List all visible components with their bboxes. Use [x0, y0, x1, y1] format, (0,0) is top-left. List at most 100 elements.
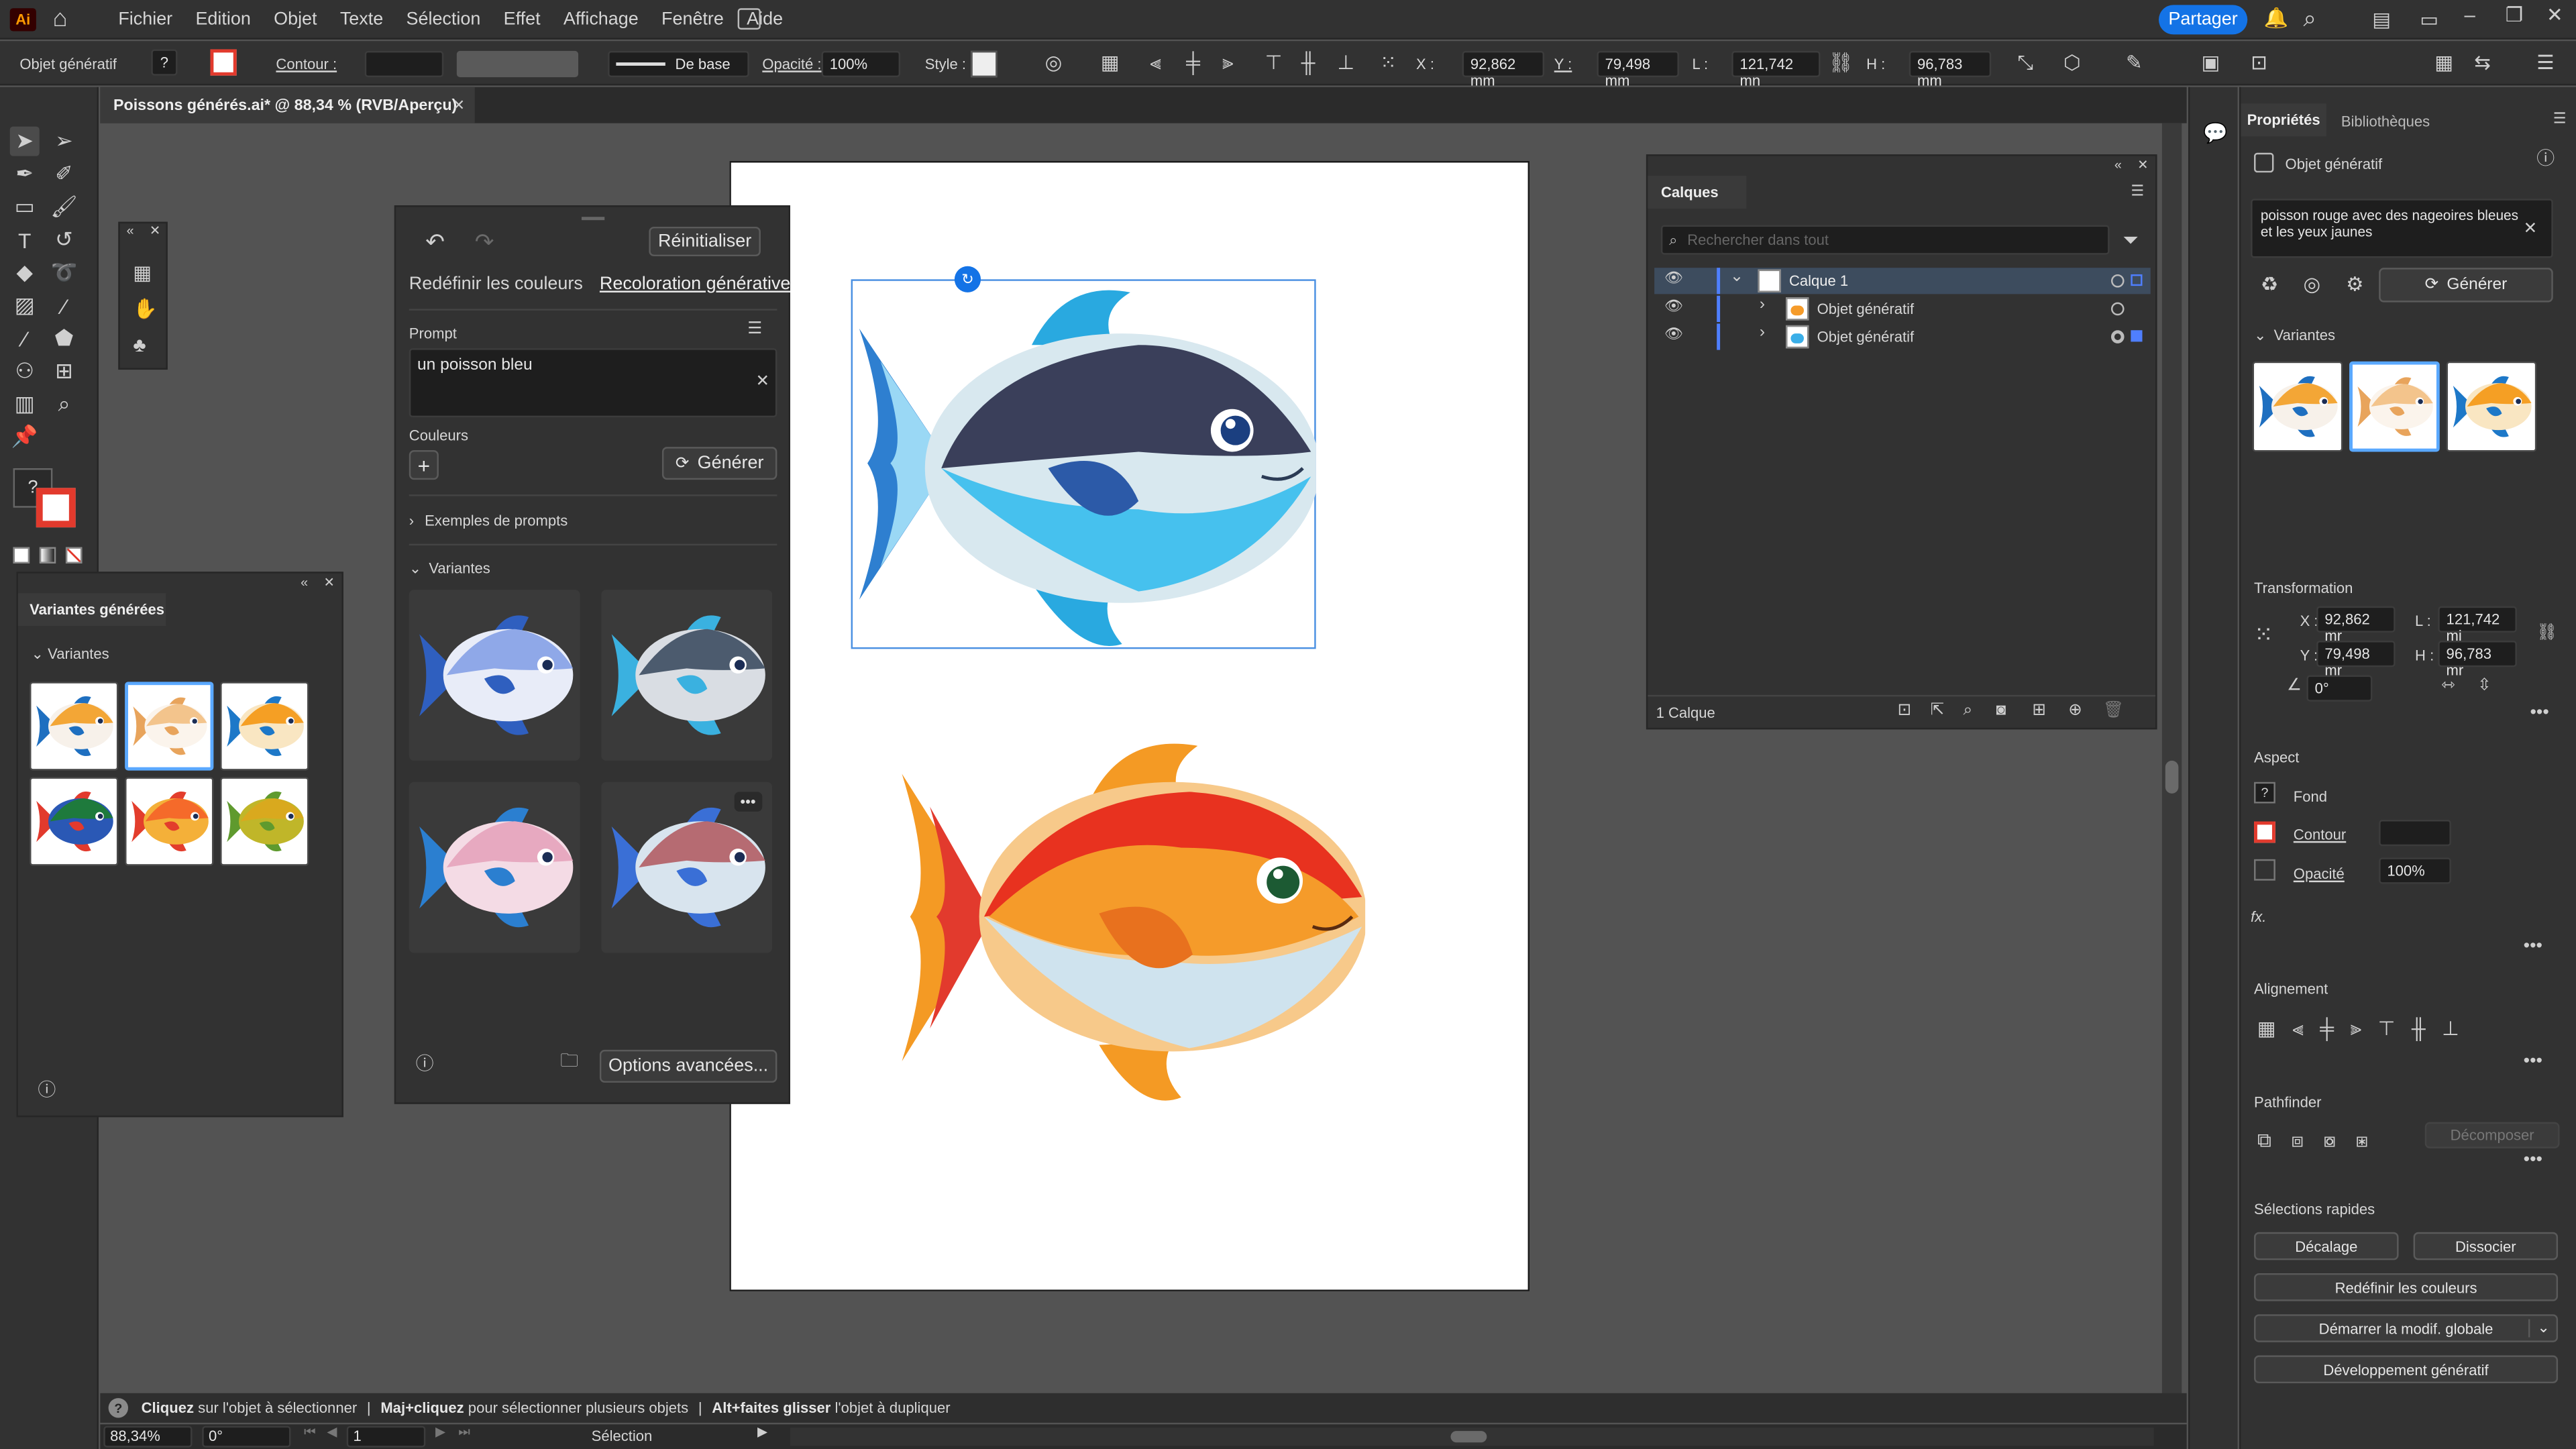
collapse-icon[interactable]: « [2114, 158, 2122, 173]
tab-generative-recolor[interactable]: Recoloration générative [600, 274, 791, 294]
rotate-tool-icon[interactable]: ↺ [49, 225, 78, 255]
variant-thumbnail[interactable] [409, 590, 580, 761]
style-swatch[interactable] [971, 50, 998, 78]
workspace-icon[interactable] [737, 8, 761, 30]
opacity-field[interactable]: 100% [821, 50, 901, 78]
recolor-icon[interactable]: ♻ [2261, 274, 2278, 294]
y-field[interactable]: 79,498 mm [1597, 50, 1679, 89]
fill-swatch[interactable]: ? [2254, 782, 2275, 804]
clipping-mask-icon[interactable]: ◙ [1996, 702, 2006, 719]
variant-thumbnail[interactable] [2252, 361, 2343, 452]
horizontal-scrollbar[interactable] [790, 1428, 2154, 1446]
panels-icon[interactable]: ▭ [2420, 10, 2438, 30]
document-tab[interactable]: Poissons générés.ai* @ 88,34 % (RVB/Aper… [100, 87, 475, 123]
blend-tool-icon[interactable]: ∕ [10, 323, 40, 353]
locate-object-icon[interactable]: ⌕ [1964, 702, 1973, 719]
align-bottom-icon[interactable]: ⊥ [1337, 52, 1354, 72]
align-right-icon[interactable]: ⫸ [2351, 1017, 2362, 1042]
eye-icon[interactable]: 👁 [1664, 326, 1683, 341]
arrange-icon[interactable]: ▤ [2372, 10, 2391, 30]
more-options-icon[interactable]: ••• [2530, 704, 2548, 723]
help-icon[interactable]: ? [108, 1398, 129, 1418]
variable-width-field[interactable] [456, 50, 579, 78]
offset-button[interactable]: Décalage [2254, 1232, 2399, 1260]
artboard-tool-icon[interactable]: ⊞ [49, 356, 78, 386]
recolor-variants-header[interactable]: ⌄ Variantes [409, 560, 490, 578]
stroke-weight-field[interactable] [364, 50, 444, 78]
global-edit-button[interactable]: Démarrer la modif. globale ⌄ [2254, 1314, 2559, 1342]
rectangle-tool-icon[interactable]: ▭ [10, 193, 40, 222]
minimize-icon[interactable]: – [2464, 5, 2475, 24]
x-field[interactable]: 92,862 mr [2316, 606, 2396, 644]
orange-fish-illustration[interactable] [894, 733, 1366, 1106]
direct-selection-icon[interactable]: ➢ [49, 127, 78, 156]
properties-variants-header[interactable]: ⌄ Variantes [2254, 327, 2335, 345]
close-tab-icon[interactable]: ✕ [453, 97, 465, 113]
target-icon[interactable] [2110, 302, 2125, 316]
clear-prompt-icon[interactable]: ✕ [756, 374, 770, 390]
info-icon[interactable]: ⓘ [38, 1082, 56, 1101]
h-field[interactable]: 96,783 mm [1909, 50, 1992, 89]
panel-menu-icon[interactable]: ☰ [2131, 183, 2144, 199]
unite-icon[interactable]: ⧉ [2257, 1128, 2271, 1153]
opacity-label[interactable]: Opacité [2294, 866, 2345, 882]
settings-gear-icon[interactable]: ⚙ [2346, 274, 2363, 294]
new-sublayer-icon[interactable]: ⊞ [2032, 702, 2046, 719]
clear-prompt-icon[interactable]: ✕ [2524, 221, 2538, 238]
share-button[interactable]: Partager [2158, 5, 2248, 35]
stroke-box[interactable] [36, 488, 76, 528]
ungroup-button[interactable]: Dissocier [2413, 1232, 2559, 1260]
collapse-icon[interactable]: « [127, 224, 134, 239]
selection-indicator[interactable] [2131, 330, 2143, 342]
menu-effet[interactable]: Effet [504, 10, 541, 30]
fx-label[interactable]: fx. [2251, 908, 2266, 924]
recolor-button[interactable]: Redéfinir les couleurs [2254, 1273, 2559, 1301]
align-bottom-icon[interactable]: ⊥ [2442, 1017, 2459, 1042]
search-icon[interactable]: ⌕ [2303, 7, 2316, 30]
link-icon[interactable]: ⛓ [1829, 52, 1854, 72]
menu-fichier[interactable]: Fichier [118, 10, 172, 30]
puppet-icon[interactable]: ✎ [2126, 52, 2143, 72]
pen-tool-icon[interactable]: ✒ [10, 160, 40, 189]
chevron-right-icon[interactable]: › [1760, 297, 1765, 313]
globe-icon[interactable]: ◎ [1045, 52, 1063, 72]
align-vcenter-icon[interactable]: ╫ [2412, 1017, 2426, 1042]
align-right-icon[interactable]: ⫸ [1222, 52, 1234, 72]
variant-thumbnail[interactable] [220, 682, 309, 771]
variant-thumbnail[interactable] [125, 682, 214, 771]
zoom-field[interactable]: 88,34% [103, 1426, 193, 1448]
layers-tab[interactable]: Calques [1648, 176, 1747, 209]
layers-search-input[interactable]: ⌕ Rechercher dans tout [1660, 225, 2110, 255]
eraser-tool-icon[interactable]: ◆ [10, 258, 40, 287]
lasso-tool-icon[interactable]: ➰ [49, 258, 78, 287]
blue-fish-illustration[interactable] [851, 279, 1316, 649]
w-field[interactable]: 121,742 mn [1731, 50, 1821, 89]
chevron-down-icon[interactable]: ⌄ [1730, 268, 1744, 286]
collect-export-icon[interactable]: ⊡ [1898, 702, 1912, 719]
properties-generate-button[interactable]: ⟳ Générer [2379, 268, 2553, 303]
panel-menu-icon[interactable]: ☰ [2553, 111, 2567, 127]
exclude-icon[interactable]: ⧆ [2356, 1128, 2369, 1153]
filter-icon[interactable]: ⏷ [2123, 230, 2139, 250]
close-panel-icon[interactable]: ✕ [2137, 158, 2148, 173]
status-menu-icon[interactable]: ▶ [757, 1426, 767, 1440]
properties-tab[interactable]: Propriétés [2241, 103, 2326, 137]
fill-swatch[interactable]: ? [151, 49, 178, 76]
close-icon[interactable]: ✕ [2546, 5, 2563, 24]
align-top-icon[interactable]: ⊤ [2378, 1017, 2396, 1042]
tab-redefine-colors[interactable]: Redéfinir les couleurs [409, 274, 583, 294]
eyedropper-tool-icon[interactable]: ⁄ [49, 290, 78, 320]
align-vcenter-icon[interactable]: ╫ [1301, 52, 1316, 72]
prev-artboard-icon[interactable]: ◀ [327, 1426, 337, 1440]
stroke-swatch[interactable] [210, 49, 237, 76]
target-icon[interactable] [2110, 274, 2125, 288]
symbol-sprayer-icon[interactable]: ⚇ [10, 356, 40, 386]
variant-thumbnail[interactable]: ••• [601, 782, 773, 953]
panel-tab[interactable]: Variantes générées [17, 593, 166, 627]
stroke-style-field[interactable]: De base [608, 50, 749, 78]
folder-icon[interactable]: 🗀 [560, 1053, 578, 1071]
club-icon[interactable]: ♣ [133, 335, 146, 355]
stroke-label[interactable]: Contour [2294, 826, 2346, 843]
rotation-field[interactable]: 0° [202, 1426, 291, 1448]
stroke-swatch[interactable] [2254, 821, 2275, 843]
